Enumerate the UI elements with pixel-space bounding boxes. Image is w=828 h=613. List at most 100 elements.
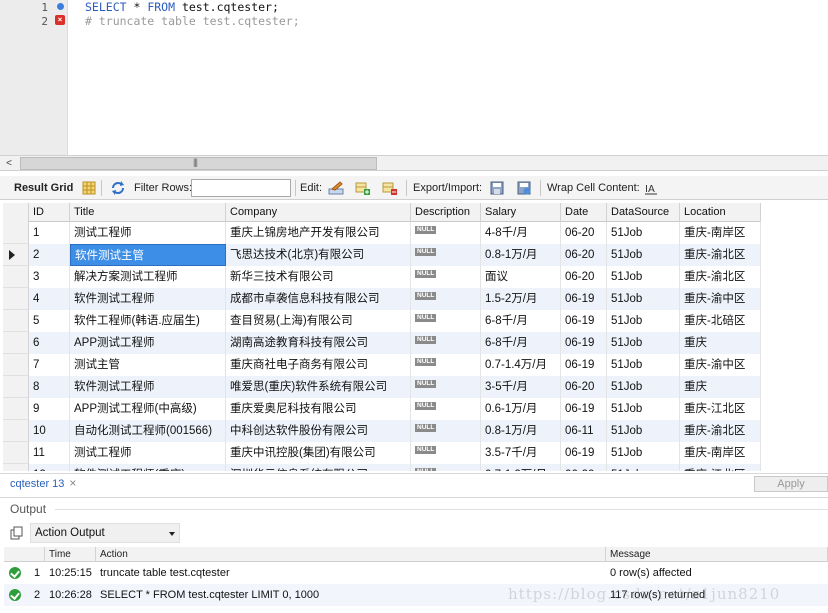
- cell-company[interactable]: 重庆商社电子商务有限公司: [226, 354, 411, 376]
- cell-date[interactable]: 06-19: [561, 354, 607, 376]
- cell-company[interactable]: 湖南高途教育科技有限公司: [226, 332, 411, 354]
- scrollbar-thumb[interactable]: |||: [20, 157, 377, 170]
- cell-location[interactable]: 重庆-江北区: [680, 464, 761, 471]
- add-row-icon[interactable]: [355, 180, 371, 196]
- cell-id[interactable]: 6: [29, 332, 70, 354]
- grid-view-icon[interactable]: [81, 180, 97, 196]
- cell-description[interactable]: NULL: [411, 464, 481, 471]
- cell-datasource[interactable]: 51Job: [607, 310, 680, 332]
- error-marker-icon[interactable]: ×: [55, 15, 65, 25]
- cell-salary[interactable]: 面议: [481, 266, 561, 288]
- table-row[interactable]: 4 软件测试工程师 成都市卓袭信息科技有限公司 NULL 1.5-2万/月 06-19 51…: [3, 288, 761, 310]
- cell-datasource[interactable]: 51Job: [607, 464, 680, 471]
- cell-company[interactable]: 成都市卓袭信息科技有限公司: [226, 288, 411, 310]
- editor-horizontal-scrollbar[interactable]: < |||: [0, 155, 828, 171]
- import-icon[interactable]: [516, 180, 532, 196]
- row-header[interactable]: [3, 266, 29, 288]
- column-header-title[interactable]: Title: [70, 203, 226, 222]
- cell-id[interactable]: 2: [29, 244, 70, 266]
- cell-id[interactable]: 3: [29, 266, 70, 288]
- table-row[interactable]: 2 软件测试主管 飞思达技术(北京)有限公司 NULL 0.8-1万/月 06-20 51J…: [3, 244, 761, 266]
- cell-company[interactable]: 重庆中讯控股(集团)有限公司: [226, 442, 411, 464]
- row-header[interactable]: [3, 222, 29, 244]
- row-header[interactable]: [3, 244, 29, 266]
- cell-datasource[interactable]: 51Job: [607, 244, 680, 266]
- column-header-datasource[interactable]: DataSource: [607, 203, 680, 222]
- cell-salary[interactable]: 0.6-1万/月: [481, 398, 561, 420]
- cell-salary[interactable]: 0.7-1.2万/月: [481, 464, 561, 471]
- cell-company[interactable]: 重庆上锦房地产开发有限公司: [226, 222, 411, 244]
- cell-title[interactable]: 解决方案测试工程师: [70, 266, 226, 288]
- column-header-date[interactable]: Date: [561, 203, 607, 222]
- cell-id[interactable]: 11: [29, 442, 70, 464]
- cell-datasource[interactable]: 51Job: [607, 332, 680, 354]
- cell-description[interactable]: NULL: [411, 376, 481, 398]
- cell-date[interactable]: 06-19: [561, 398, 607, 420]
- cell-title[interactable]: 测试工程师: [70, 222, 226, 244]
- cell-date[interactable]: 06-20: [561, 244, 607, 266]
- cell-location[interactable]: 重庆: [680, 332, 761, 354]
- cell-location[interactable]: 重庆: [680, 376, 761, 398]
- cell-id[interactable]: 12: [29, 464, 70, 471]
- cell-datasource[interactable]: 51Job: [607, 354, 680, 376]
- table-row[interactable]: 8 软件测试工程师 唯爱思(重庆)软件系统有限公司 NULL 3-5千/月 06-20 51…: [3, 376, 761, 398]
- cell-location[interactable]: 重庆-渝北区: [680, 244, 761, 266]
- cell-id[interactable]: 4: [29, 288, 70, 310]
- output-column-header-time[interactable]: Time: [45, 547, 96, 562]
- cell-title[interactable]: 测试工程师: [70, 442, 226, 464]
- refresh-icon[interactable]: [110, 180, 126, 196]
- table-row[interactable]: 5 软件工程师(韩语.应届生) 查目贸易(上海)有限公司 NULL 6-8千/月 06-1…: [3, 310, 761, 332]
- code-line-2[interactable]: # truncate table test.cqtester;: [85, 14, 300, 29]
- row-header[interactable]: [3, 376, 29, 398]
- row-header[interactable]: [3, 420, 29, 442]
- copy-icon[interactable]: [10, 526, 24, 540]
- cell-title[interactable]: APP测试工程师(中高级): [70, 398, 226, 420]
- cell-id[interactable]: 8: [29, 376, 70, 398]
- column-header-id[interactable]: ID: [29, 203, 70, 222]
- cell-description[interactable]: NULL: [411, 354, 481, 376]
- cell-salary[interactable]: 6-8千/月: [481, 332, 561, 354]
- cell-date[interactable]: 06-20: [561, 464, 607, 471]
- cell-date[interactable]: 06-20: [561, 222, 607, 244]
- cell-title[interactable]: 测试主管: [70, 354, 226, 376]
- column-header-company[interactable]: Company: [226, 203, 411, 222]
- cell-company[interactable]: 重庆爱奥尼科技有限公司: [226, 398, 411, 420]
- cell-title[interactable]: 软件测试工程师: [70, 376, 226, 398]
- cell-salary[interactable]: 3.5-7千/月: [481, 442, 561, 464]
- cell-location[interactable]: 重庆-南岸区: [680, 442, 761, 464]
- cell-company[interactable]: 中科创达软件股份有限公司: [226, 420, 411, 442]
- cell-datasource[interactable]: 51Job: [607, 398, 680, 420]
- sql-editor[interactable]: 1 2 × SELECT * FROM test.cqtester; # tru…: [0, 0, 828, 155]
- row-header[interactable]: [3, 354, 29, 376]
- cell-date[interactable]: 06-19: [561, 442, 607, 464]
- cell-datasource[interactable]: 51Job: [607, 266, 680, 288]
- cell-location[interactable]: 重庆-北碚区: [680, 310, 761, 332]
- cell-date[interactable]: 06-19: [561, 332, 607, 354]
- cell-datasource[interactable]: 51Job: [607, 222, 680, 244]
- cell-date[interactable]: 06-19: [561, 310, 607, 332]
- filter-rows-input[interactable]: [191, 179, 291, 197]
- cell-salary[interactable]: 4-8千/月: [481, 222, 561, 244]
- cell-company[interactable]: 深圳华云信息系统有限公司: [226, 464, 411, 471]
- column-header-salary[interactable]: Salary: [481, 203, 561, 222]
- output-column-header-message[interactable]: Message: [606, 547, 828, 562]
- cell-title[interactable]: 自动化测试工程师(001566): [70, 420, 226, 442]
- cell-description[interactable]: NULL: [411, 442, 481, 464]
- row-header[interactable]: [3, 288, 29, 310]
- cell-salary[interactable]: 3-5千/月: [481, 376, 561, 398]
- cell-description[interactable]: NULL: [411, 398, 481, 420]
- edit-row-icon[interactable]: [328, 180, 344, 196]
- row-header[interactable]: [3, 332, 29, 354]
- cell-description[interactable]: NULL: [411, 288, 481, 310]
- cell-salary[interactable]: 1.5-2万/月: [481, 288, 561, 310]
- cell-title[interactable]: 软件测试主管: [70, 244, 226, 266]
- apply-button[interactable]: Apply: [754, 476, 828, 492]
- action-output-grid[interactable]: Time Action Message 1 10:25:15 truncate ta…: [4, 547, 828, 613]
- cell-title[interactable]: 软件工程师(韩语.应届生): [70, 310, 226, 332]
- cell-id[interactable]: 7: [29, 354, 70, 376]
- tab-cqtester-result[interactable]: cqtester 13 ×: [4, 474, 83, 493]
- wrap-text-icon[interactable]: IA: [643, 180, 659, 196]
- cell-company[interactable]: 唯爱思(重庆)软件系统有限公司: [226, 376, 411, 398]
- cell-datasource[interactable]: 51Job: [607, 288, 680, 310]
- output-row[interactable]: 1 10:25:15 truncate table test.cqtester 0 r…: [4, 562, 828, 584]
